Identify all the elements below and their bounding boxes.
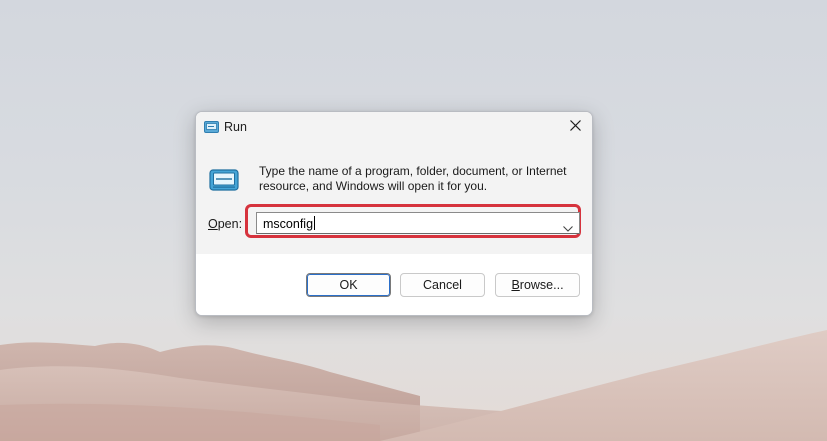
window-title: Run [224,120,247,134]
instructions-line-2: resource, and Windows will open it for y… [259,179,488,193]
browse-mnemonic: B [511,278,520,292]
dialog-body: Type the name of a program, folder, docu… [196,142,592,254]
open-label: Open: [208,217,242,231]
open-label-mnemonic: O [208,217,218,231]
text-cursor [314,216,316,230]
cancel-button[interactable]: Cancel [400,273,485,297]
open-label-text: pen: [217,217,243,231]
run-dialog: Run Type the name of a program, folder, … [195,111,593,316]
run-icon [204,120,219,138]
instructions-line-1: Type the name of a program, folder, docu… [259,164,567,178]
instructions-text: Type the name of a program, folder, docu… [259,164,579,194]
browse-button[interactable]: Browse... [495,273,580,297]
run-program-icon [209,169,239,196]
ok-button[interactable]: OK [306,273,391,297]
chevron-down-icon[interactable] [563,219,573,237]
button-bar: OK Cancel Browse... [196,254,592,315]
browse-label: rowse... [519,278,564,292]
open-combobox[interactable]: msconfig [256,212,580,234]
close-button[interactable] [558,112,592,142]
close-icon [569,118,581,136]
open-input-value[interactable]: msconfig [263,216,316,231]
title-bar[interactable]: Run [196,112,592,142]
